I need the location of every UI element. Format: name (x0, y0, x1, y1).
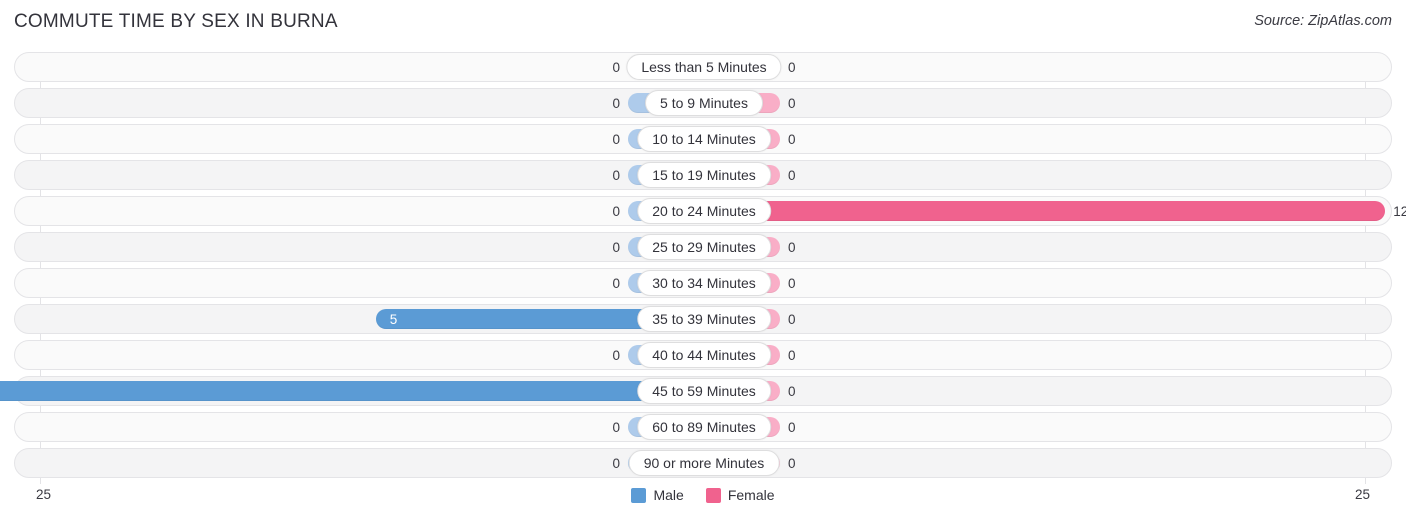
value-label-male: 0 (612, 132, 620, 147)
value-label-male: 0 (612, 96, 620, 111)
source-attribution: Source: ZipAtlas.com (1254, 13, 1392, 29)
category-label-pill[interactable]: 45 to 59 Minutes (637, 378, 771, 404)
legend-label: Male (653, 487, 684, 503)
value-label-female: 0 (788, 312, 796, 327)
category-label-pill[interactable]: 35 to 39 Minutes (637, 306, 771, 332)
category-label-pill[interactable]: 20 to 24 Minutes (637, 198, 771, 224)
legend-swatch-icon (631, 487, 647, 503)
value-label-female: 0 (788, 276, 796, 291)
legend-label: Female (727, 487, 775, 503)
table-row[interactable]: 0 0 30 to 34 Minutes (14, 268, 1392, 298)
row-track: 5 0 35 to 39 Minutes (15, 305, 1391, 333)
chart-legend: Male Female (0, 487, 1406, 503)
category-label-pill[interactable]: Less than 5 Minutes (626, 54, 782, 80)
value-label-female: 0 (788, 348, 796, 363)
table-row[interactable]: 0 0 15 to 19 Minutes (14, 160, 1392, 190)
legend-item[interactable]: Female (705, 487, 775, 503)
category-label-pill[interactable]: 10 to 14 Minutes (637, 126, 771, 152)
page-title: COMMUTE TIME BY SEX IN BURNA (14, 11, 338, 32)
value-label-male: 5 (389, 312, 398, 327)
value-label-female: 0 (788, 60, 796, 75)
category-label-pill[interactable]: 15 to 19 Minutes (637, 162, 771, 188)
bar-rows-container: 0 0 Less than 5 Minutes 0 0 5 to 9 Minutes 0 0 1… (0, 52, 1406, 484)
value-label-female: 0 (788, 96, 796, 111)
table-row[interactable]: 21045 to 59 Minutes (0, 376, 1392, 406)
table-row[interactable]: 0 12 20 to 24 Minutes (14, 196, 1406, 226)
table-row[interactable]: 0 0 25 to 29 Minutes (14, 232, 1392, 262)
category-label-pill[interactable]: 60 to 89 Minutes (637, 414, 771, 440)
value-label-male: 0 (612, 276, 620, 291)
row-track: 0 0 40 to 44 Minutes (15, 341, 1391, 369)
value-label-female: 0 (788, 420, 796, 435)
row-track: 21045 to 59 Minutes (0, 377, 1391, 405)
category-label-pill[interactable]: 40 to 44 Minutes (637, 342, 771, 368)
value-label-female: 0 (788, 384, 796, 399)
bar-female[interactable] (704, 201, 1386, 221)
table-row[interactable]: 0 0 5 to 9 Minutes (14, 88, 1392, 118)
category-label-pill[interactable]: 30 to 34 Minutes (637, 270, 771, 296)
legend-item[interactable]: Male (631, 487, 684, 503)
value-label-male: 0 (612, 168, 620, 183)
category-label-pill[interactable]: 5 to 9 Minutes (645, 90, 763, 116)
table-row[interactable]: 0 0 Less than 5 Minutes (14, 52, 1392, 82)
value-label-male: 0 (612, 240, 620, 255)
chart-header: COMMUTE TIME BY SEX IN BURNA Source: Zip… (0, 0, 1406, 44)
value-label-male: 0 (612, 204, 620, 219)
bar-male[interactable] (0, 381, 704, 401)
table-row[interactable]: 0 0 10 to 14 Minutes (14, 124, 1392, 154)
value-label-male: 0 (612, 456, 620, 471)
row-track: 0 0 15 to 19 Minutes (15, 161, 1391, 189)
table-row[interactable]: 0 0 90 or more Minutes (14, 448, 1392, 478)
row-track: 0 0 90 or more Minutes (15, 449, 1391, 477)
table-row[interactable]: 5 0 35 to 39 Minutes (14, 304, 1392, 334)
value-label-female: 0 (788, 132, 796, 147)
table-row[interactable]: 0 0 60 to 89 Minutes (14, 412, 1392, 442)
row-track: 0 12 20 to 24 Minutes (15, 197, 1406, 225)
row-track: 0 0 Less than 5 Minutes (15, 53, 1391, 81)
category-label-pill[interactable]: 25 to 29 Minutes (637, 234, 771, 260)
value-label-female: 0 (788, 168, 796, 183)
value-label-female: 0 (788, 240, 796, 255)
value-label-male: 0 (612, 60, 620, 75)
value-label-female: 12 (1393, 204, 1406, 219)
row-track: 0 0 10 to 14 Minutes (15, 125, 1391, 153)
table-row[interactable]: 0 0 40 to 44 Minutes (14, 340, 1392, 370)
value-label-female: 0 (788, 456, 796, 471)
category-label-pill[interactable]: 90 or more Minutes (628, 450, 780, 476)
row-track: 0 0 30 to 34 Minutes (15, 269, 1391, 297)
value-label-male: 0 (612, 348, 620, 363)
row-track: 0 0 5 to 9 Minutes (15, 89, 1391, 117)
row-track: 0 0 60 to 89 Minutes (15, 413, 1391, 441)
value-label-male: 0 (612, 420, 620, 435)
chart-plot-area: 0 0 Less than 5 Minutes 0 0 5 to 9 Minutes 0 0 1… (0, 52, 1406, 484)
row-track: 0 0 25 to 29 Minutes (15, 233, 1391, 261)
legend-swatch-icon (705, 487, 721, 503)
